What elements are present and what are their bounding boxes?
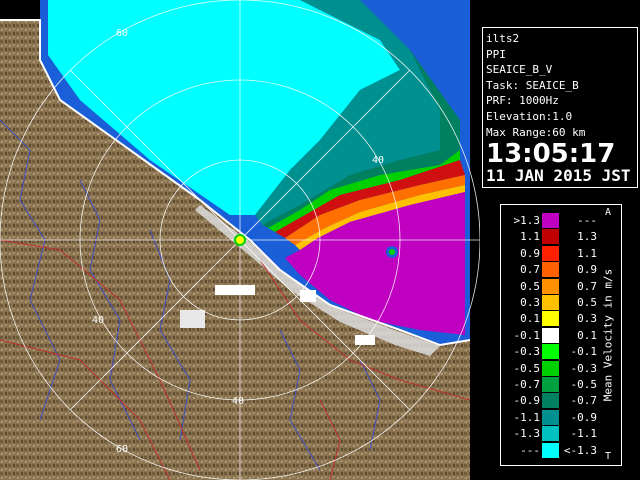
legend-high-value: ---: [577, 214, 597, 227]
legend-low-value: -1.3: [513, 427, 541, 441]
range-label: 40: [372, 155, 384, 166]
range-label: 40: [232, 396, 244, 407]
radar-ppi-map[interactable]: 40 40 40 60 60: [0, 0, 480, 480]
legend-low-value: -0.7: [513, 378, 541, 391]
legend-swatch: [542, 295, 559, 310]
scan-info-panel: ilts2 PPI SEAICE_B_V Task: SEAICE_B PRF:…: [482, 27, 638, 188]
legend-corner-bottom: T: [605, 451, 612, 462]
legend-high-value: -0.5: [570, 378, 598, 391]
legend-swatch: [542, 360, 559, 376]
legend-high-value: 0.3: [577, 312, 597, 326]
legend-high-value: 0.5: [577, 296, 597, 309]
legend-low-value: 0.3: [520, 296, 540, 309]
legend-high-value: 0.9: [577, 263, 597, 277]
legend-low-value: -0.5: [513, 361, 541, 375]
legend-low-value: -0.1: [513, 328, 541, 342]
prf-value: PRF: 1000Hz: [486, 94, 559, 108]
legend-high-value: 0.1: [577, 328, 597, 342]
max-range-value: Max Range:60 km: [486, 125, 586, 139]
legend-high-value: 0.7: [577, 279, 597, 293]
legend-swatch: [542, 229, 559, 245]
legend-low-value: 0.1: [520, 312, 540, 326]
snow-patch: [300, 290, 316, 302]
task-name: Task: SEAICE_B: [486, 78, 579, 92]
legend-high-value: -0.9: [570, 410, 598, 424]
range-label: 60: [116, 28, 128, 39]
legend-low-value: -0.9: [513, 394, 541, 408]
legend-high-value: -0.7: [570, 394, 598, 408]
scan-date: 11 JAN 2015 JST: [486, 166, 631, 186]
volume-name: SEAICE_B_V: [486, 63, 553, 77]
legend-title-container: Mean Velocity in m/s: [599, 211, 617, 459]
echo-cell: [389, 249, 395, 255]
scan-time: 13:05:17: [486, 139, 616, 170]
legend-swatch: [542, 442, 559, 458]
elevation-value: Elevation:1.0: [486, 109, 573, 123]
velocity-legend: >1.3 --- 1.1 1.3 0.9 1.1 0.7 0.9 0.5 0.7 0.3 0.5 0.1…: [500, 204, 622, 466]
legend-low-value: -1.1: [513, 410, 541, 424]
legend-swatch: [542, 344, 559, 360]
legend-title: Mean Velocity in m/s: [601, 268, 615, 402]
station-name: ilts2: [486, 32, 520, 45]
legend-high-value: 1.3: [577, 230, 597, 244]
legend-low-value: 0.7: [520, 263, 540, 277]
legend-swatch: [542, 278, 559, 294]
range-label: 40: [92, 315, 104, 326]
snow-patch: [215, 285, 255, 295]
range-label: 60: [116, 444, 128, 455]
legend-swatch: [542, 327, 559, 343]
legend-swatch: [542, 377, 559, 392]
legend-high-value: <-1.3: [563, 443, 597, 457]
legend-low-value: ---: [520, 443, 540, 457]
legend-swatch: [542, 409, 559, 425]
radar-site: [234, 234, 246, 246]
legend-high-value: 1.1: [577, 246, 597, 260]
legend-swatch: [542, 245, 559, 261]
legend-high-value: -0.3: [570, 361, 598, 375]
legend-swatch: [542, 393, 559, 409]
legend-corner-top: A: [605, 207, 612, 218]
legend-high-value: -1.1: [570, 427, 598, 441]
legend-low-value: 1.1: [520, 230, 540, 244]
legend-low-value: 0.9: [520, 246, 540, 260]
snow-patch: [180, 310, 205, 328]
legend-swatch: [542, 213, 559, 228]
legend-swatch: [542, 426, 559, 442]
scan-mode: PPI: [486, 47, 506, 61]
legend-swatch: [542, 262, 559, 278]
legend-swatch: [542, 311, 559, 327]
legend-high-value: -0.1: [570, 345, 598, 359]
legend-low-value: -0.3: [513, 345, 541, 359]
legend-low-value: >1.3: [513, 214, 541, 227]
legend-low-value: 0.5: [520, 279, 540, 293]
